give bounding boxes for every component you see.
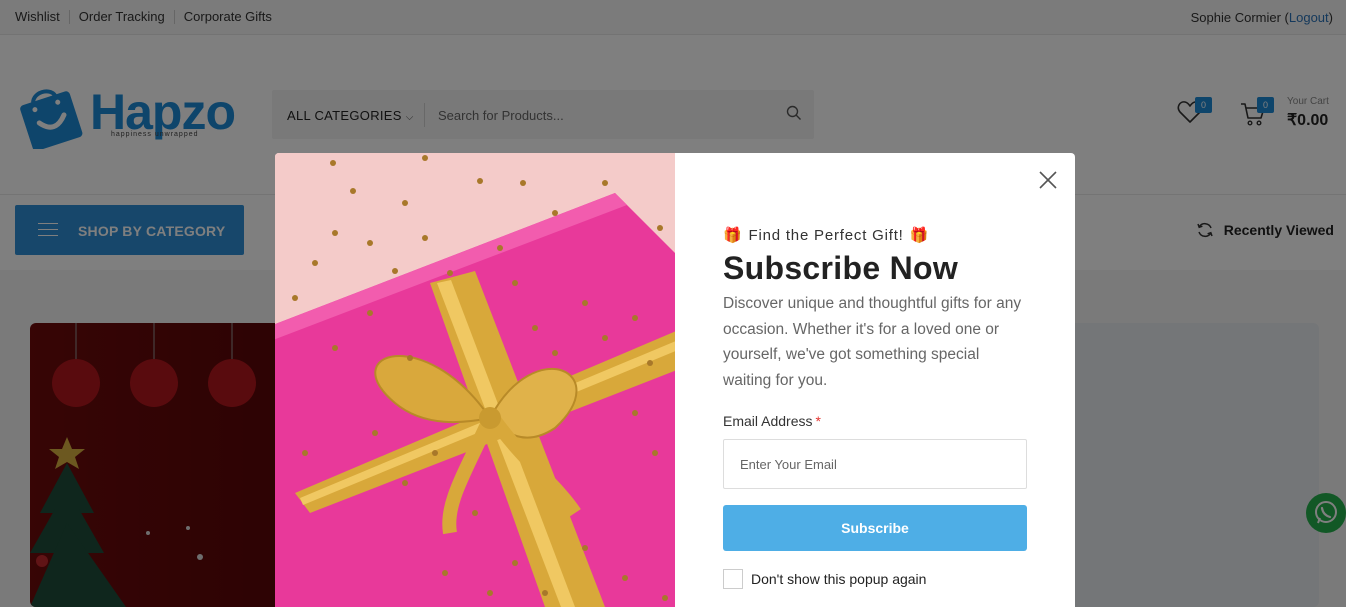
popup-eyebrow: 🎁 Find the Perfect Gift! 🎁 [723,226,1027,245]
dont-show-label: Don't show this popup again [751,571,927,587]
subscribe-button[interactable]: Subscribe [723,505,1027,551]
gift-emoji-icon: 🎁 [723,227,743,244]
email-label: Email Address * [723,413,1027,429]
gift-image [275,153,675,607]
close-icon[interactable] [1035,167,1061,193]
dont-show-checkbox[interactable] [723,569,743,589]
popup-content: 🎁 Find the Perfect Gift! 🎁 Subscribe Now… [723,226,1027,589]
gift-box-illustration [275,153,675,607]
gift-emoji-icon: 🎁 [909,227,930,244]
popup-title: Subscribe Now [723,250,959,286]
required-mark: * [815,413,821,429]
popup-description: Discover unique and thoughtful gifts for… [723,295,1022,389]
popup-eyebrow-text: Find the Perfect Gift! [748,226,904,244]
email-label-text: Email Address [723,413,813,429]
dont-show-again[interactable]: Don't show this popup again [723,569,1027,589]
email-input[interactable] [723,439,1027,489]
subscribe-popup: 🎁 Find the Perfect Gift! 🎁 Subscribe Now… [275,153,1075,607]
